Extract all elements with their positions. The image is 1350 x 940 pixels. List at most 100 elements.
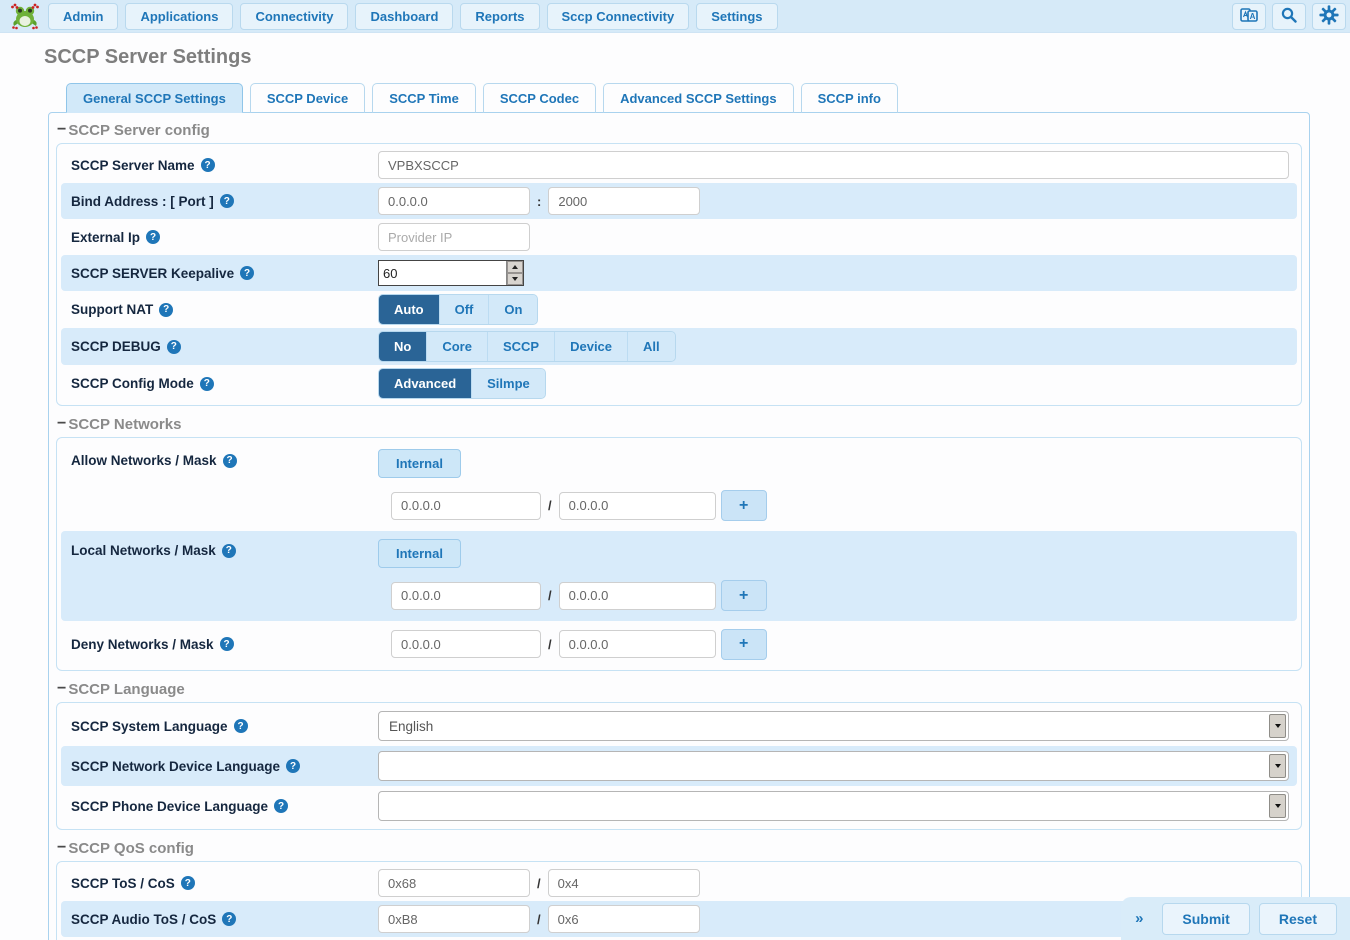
row-system-language: SCCP System Language ? English	[61, 706, 1297, 746]
spin-up-icon[interactable]	[507, 261, 523, 273]
bind-address-input[interactable]	[378, 187, 530, 215]
help-icon[interactable]: ?	[167, 340, 181, 354]
section-header-language[interactable]: − SCCP Language	[57, 680, 1309, 698]
help-icon[interactable]: ?	[274, 799, 288, 813]
debug-sccp-button[interactable]: SCCP	[488, 332, 555, 361]
nat-off-button[interactable]: Off	[440, 295, 490, 324]
nav-item-applications[interactable]: Applications	[125, 3, 233, 30]
help-icon[interactable]: ?	[181, 876, 195, 890]
collapse-panel-icon[interactable]: »	[1135, 910, 1143, 927]
allow-internal-button[interactable]: Internal	[378, 449, 461, 478]
debug-device-button[interactable]: Device	[555, 332, 628, 361]
help-icon[interactable]: ?	[220, 637, 234, 651]
mode-advanced-button[interactable]: Advanced	[379, 369, 472, 398]
cos-input[interactable]	[548, 869, 700, 897]
field-label: SCCP System Language	[71, 719, 228, 734]
section-header-networks[interactable]: − SCCP Networks	[57, 415, 1309, 433]
help-icon[interactable]: ?	[223, 454, 237, 468]
external-ip-input[interactable]	[378, 223, 530, 251]
field-label: SCCP Network Device Language	[71, 759, 280, 774]
allow-network-input[interactable]	[391, 492, 541, 520]
mask-separator: /	[548, 588, 552, 603]
field-label: Bind Address : [ Port ]	[71, 194, 214, 209]
help-icon[interactable]: ?	[200, 377, 214, 391]
tos-input[interactable]	[378, 869, 530, 897]
tab-sccp-info[interactable]: SCCP info	[801, 83, 898, 113]
local-mask-input[interactable]	[559, 582, 716, 610]
row-phone-device-language: SCCP Phone Device Language ?	[61, 786, 1297, 826]
local-add-button[interactable]: +	[721, 580, 767, 611]
row-allow-networks: Allow Networks / Mask ? Internal / +	[61, 441, 1297, 531]
spin-down-icon[interactable]	[507, 273, 523, 285]
audio-tos-input[interactable]	[378, 905, 530, 933]
help-icon[interactable]: ?	[240, 266, 254, 280]
allow-mask-input[interactable]	[559, 492, 716, 520]
submit-button[interactable]: Submit	[1162, 903, 1249, 935]
help-icon[interactable]: ?	[201, 158, 215, 172]
section-header-qos[interactable]: − SCCP QoS config	[57, 839, 1309, 857]
mask-separator: /	[548, 498, 552, 513]
nav-item-settings[interactable]: Settings	[696, 3, 777, 30]
settings-gear-button[interactable]	[1312, 3, 1346, 30]
reset-button[interactable]: Reset	[1259, 903, 1337, 935]
help-icon[interactable]: ?	[222, 912, 236, 926]
field-label: Deny Networks / Mask	[71, 637, 214, 652]
deny-network-input[interactable]	[391, 630, 541, 658]
nat-auto-button[interactable]: Auto	[379, 295, 440, 324]
local-internal-button[interactable]: Internal	[378, 539, 461, 568]
page-title: SCCP Server Settings	[44, 46, 1350, 69]
tab-general-sccp-settings[interactable]: General SCCP Settings	[66, 83, 243, 113]
nav-item-sccp-connectivity[interactable]: Sccp Connectivity	[547, 3, 690, 30]
chevron-down-icon	[1269, 794, 1286, 818]
tab-sccp-time[interactable]: SCCP Time	[372, 83, 476, 113]
row-deny-networks: Deny Networks / Mask ? / +	[61, 621, 1297, 667]
debug-core-button[interactable]: Core	[427, 332, 488, 361]
help-icon[interactable]: ?	[234, 719, 248, 733]
local-network-input[interactable]	[391, 582, 541, 610]
deny-mask-input[interactable]	[559, 630, 716, 658]
field-label: SCCP DEBUG	[71, 339, 161, 354]
nav-item-reports[interactable]: Reports	[460, 3, 539, 30]
language-icon: A	[1240, 7, 1258, 26]
debug-all-button[interactable]: All	[628, 332, 675, 361]
tab-advanced-sccp-settings[interactable]: Advanced SCCP Settings	[603, 83, 794, 113]
allow-add-button[interactable]: +	[721, 490, 767, 521]
row-sccp-debug: SCCP DEBUG ? No Core SCCP Device All	[61, 328, 1297, 365]
keepalive-input[interactable]	[379, 261, 506, 285]
section-title-text: SCCP QoS config	[68, 840, 194, 857]
freepbx-frog-logo[interactable]	[8, 1, 42, 31]
section-header-server-config[interactable]: − SCCP Server config	[57, 121, 1309, 139]
field-label: Local Networks / Mask	[71, 543, 216, 558]
tab-content-panel: − SCCP Server config SCCP Server Name ? …	[48, 112, 1310, 940]
phone-device-language-select[interactable]	[378, 791, 1289, 821]
search-button[interactable]	[1272, 3, 1306, 30]
help-icon[interactable]: ?	[146, 230, 160, 244]
tos-cos-separator: /	[537, 912, 541, 927]
row-sccp-server-name: SCCP Server Name ?	[61, 147, 1297, 183]
tab-sccp-device[interactable]: SCCP Device	[250, 83, 365, 113]
help-icon[interactable]: ?	[159, 303, 173, 317]
collapse-icon: −	[57, 121, 66, 139]
network-device-language-select[interactable]	[378, 751, 1289, 781]
nat-on-button[interactable]: On	[489, 295, 537, 324]
mode-simple-button[interactable]: Silmpe	[472, 369, 545, 398]
collapse-icon: −	[57, 839, 66, 857]
bind-separator: :	[537, 194, 541, 209]
help-icon[interactable]: ?	[220, 194, 234, 208]
system-language-select[interactable]: English	[378, 711, 1289, 741]
tab-sccp-codec[interactable]: SCCP Codec	[483, 83, 596, 113]
bind-port-input[interactable]	[548, 187, 700, 215]
nav-item-connectivity[interactable]: Connectivity	[240, 3, 348, 30]
deny-add-button[interactable]: +	[721, 629, 767, 660]
help-icon[interactable]: ?	[286, 759, 300, 773]
help-icon[interactable]: ?	[222, 544, 236, 558]
row-external-ip: External Ip ?	[61, 219, 1297, 255]
field-label: SCCP SERVER Keepalive	[71, 266, 234, 281]
language-button[interactable]: A	[1232, 3, 1266, 30]
nav-item-dashboard[interactable]: Dashboard	[355, 3, 453, 30]
debug-no-button[interactable]: No	[379, 332, 427, 361]
tab-bar: General SCCP Settings SCCP Device SCCP T…	[66, 83, 1350, 112]
sccp-server-name-input[interactable]	[378, 151, 1289, 179]
audio-cos-input[interactable]	[548, 905, 700, 933]
nav-item-admin[interactable]: Admin	[48, 3, 118, 30]
